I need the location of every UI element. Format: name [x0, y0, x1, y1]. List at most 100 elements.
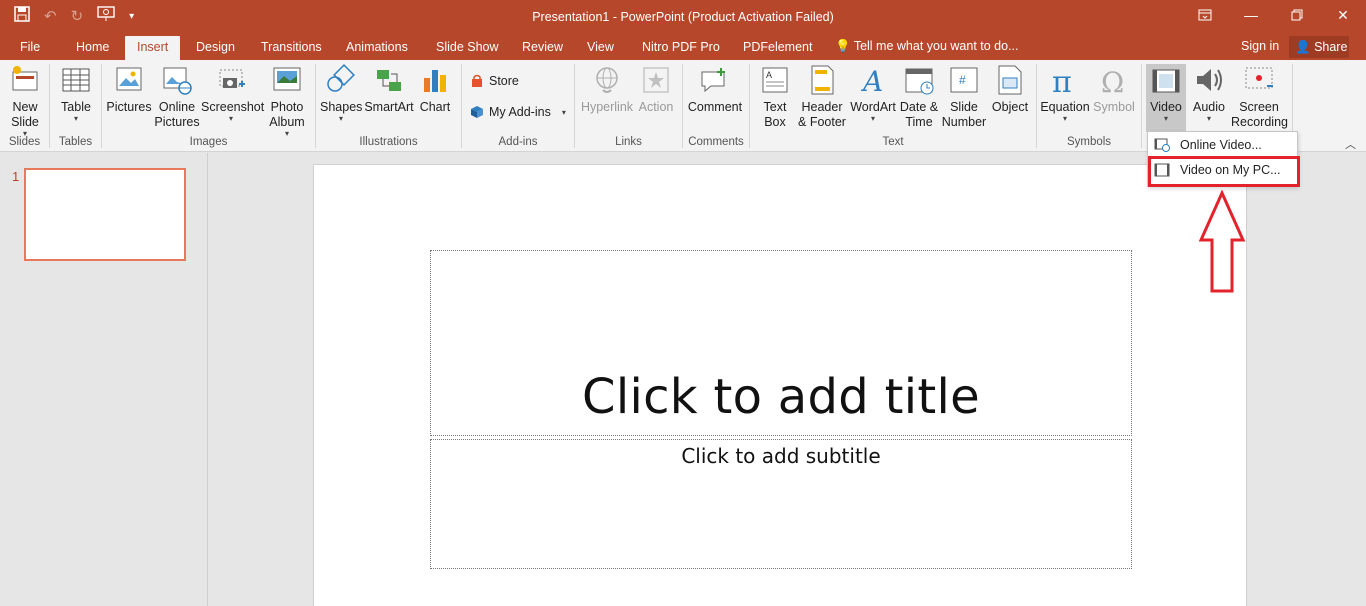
tab-nitro-pdf[interactable]: Nitro PDF Pro	[640, 38, 722, 60]
smartart-icon	[377, 70, 401, 91]
collapse-ribbon-icon[interactable]: ︿	[1345, 136, 1356, 152]
my-addins-button[interactable]: My Add-ins ▾	[470, 105, 566, 119]
object-icon	[998, 65, 1022, 95]
group-label-slides: Slides	[8, 136, 41, 148]
tab-review[interactable]: Review	[520, 38, 565, 60]
wordart-button[interactable]: A WordArt ▾	[849, 64, 897, 123]
group-label-links: Links	[615, 136, 642, 148]
tell-me-box[interactable]: 💡 Tell me what you want to do...	[835, 39, 1019, 54]
header-footer-button[interactable]: Header & Footer	[796, 64, 848, 130]
online-pictures-button[interactable]: Online Pictures	[154, 64, 200, 130]
audio-button[interactable]: Audio ▾	[1189, 64, 1229, 123]
chevron-down-icon: ▾	[561, 107, 566, 117]
speaker-icon	[1197, 69, 1222, 91]
ribbon-display-icon[interactable]	[1182, 0, 1228, 30]
svg-text:Ω: Ω	[1101, 66, 1124, 96]
new-slide-icon	[12, 66, 38, 91]
wordart-icon: A	[860, 65, 883, 96]
photo-album-icon	[273, 67, 301, 91]
header-footer-icon	[811, 65, 834, 95]
chart-icon	[424, 70, 446, 92]
slide-thumbnail[interactable]	[24, 168, 186, 261]
tab-view[interactable]: View	[585, 38, 616, 60]
comment-button[interactable]: Comment	[686, 64, 744, 115]
film-icon	[1152, 69, 1180, 93]
group-label-symbols: Symbols	[1066, 136, 1112, 148]
hyperlink-button[interactable]: Hyperlink	[579, 64, 635, 115]
table-icon	[62, 68, 90, 92]
window-controls: — ✕	[1182, 0, 1366, 30]
slide-canvas: Click to add title Click to add subtitle	[313, 164, 1247, 606]
tab-file[interactable]: File	[18, 38, 42, 60]
group-label-comments: Comments	[688, 136, 744, 148]
my-addins-icon	[471, 106, 483, 118]
screen-recording-icon	[1245, 67, 1273, 89]
action-button[interactable]: Action	[636, 64, 676, 115]
store-button[interactable]: Store	[470, 74, 519, 88]
highlight-annotation-box	[1148, 156, 1300, 187]
share-button[interactable]: 👤 Share	[1289, 36, 1349, 58]
action-icon	[643, 67, 669, 93]
title-bar: ↶ ↻ ▾ Presentation1 - PowerPoint (Produc…	[0, 0, 1366, 34]
pictures-icon	[116, 67, 142, 91]
online-video-menu-item[interactable]: Online Video...	[1152, 134, 1295, 156]
text-box-button[interactable]: A Text Box	[756, 64, 794, 130]
person-icon: 👤	[1295, 40, 1311, 54]
text-box-icon: A	[762, 67, 788, 93]
chart-button[interactable]: Chart	[417, 64, 453, 115]
tab-animations[interactable]: Animations	[344, 38, 410, 60]
online-video-icon	[1154, 138, 1170, 152]
shapes-icon	[327, 64, 355, 92]
lightbulb-icon: 💡	[835, 39, 851, 53]
tab-insert[interactable]: Insert	[125, 36, 181, 60]
svg-text:#: #	[959, 73, 966, 87]
date-time-button[interactable]: Date & Time	[898, 64, 940, 130]
slide-number-button[interactable]: # Slide Number	[940, 64, 988, 130]
hyperlink-icon	[596, 67, 618, 93]
ribbon-tabs: File Home Insert Design Transitions Anim…	[0, 34, 1366, 60]
pi-icon: π	[1052, 65, 1072, 96]
tab-transitions[interactable]: Transitions	[259, 38, 324, 60]
screenshot-button[interactable]: Screenshot ▾	[201, 64, 264, 123]
slides-pane: 1	[0, 153, 208, 606]
screen-recording-button[interactable]: Screen Recording	[1231, 64, 1288, 130]
table-button[interactable]: Table ▾	[55, 64, 97, 123]
group-label-illustrations: Illustrations	[359, 136, 418, 148]
title-placeholder[interactable]: Click to add title	[430, 250, 1132, 436]
svg-text:π: π	[1052, 65, 1072, 96]
close-icon[interactable]: ✕	[1320, 0, 1366, 30]
group-label-text: Text	[882, 136, 904, 148]
slide-thumbnail-number: 1	[12, 169, 20, 184]
pictures-button[interactable]: Pictures	[106, 64, 152, 115]
smartart-button[interactable]: SmartArt	[364, 64, 414, 115]
new-slide-button[interactable]: New Slide ▾	[4, 64, 46, 138]
comment-icon	[701, 68, 725, 93]
screenshot-icon	[219, 69, 245, 88]
tab-home[interactable]: Home	[74, 38, 111, 60]
object-button[interactable]: Object	[990, 64, 1030, 115]
up-arrow-annotation	[1198, 190, 1246, 293]
svg-text:A: A	[766, 70, 772, 80]
restore-icon[interactable]	[1274, 0, 1320, 30]
group-label-images: Images	[189, 136, 228, 148]
slide-number-icon: #	[950, 67, 978, 93]
minimize-icon[interactable]: —	[1228, 0, 1274, 30]
tab-pdfelement[interactable]: PDFelement	[741, 38, 814, 60]
svg-text:A: A	[860, 65, 883, 96]
calendar-icon	[905, 68, 934, 95]
group-label-addins: Add-ins	[498, 136, 538, 148]
online-pictures-icon	[163, 67, 192, 95]
shapes-button[interactable]: Shapes ▾	[320, 64, 362, 123]
tab-design[interactable]: Design	[194, 38, 237, 60]
window-title: Presentation1 - PowerPoint (Product Acti…	[532, 10, 834, 24]
tab-slide-show[interactable]: Slide Show	[434, 38, 501, 60]
group-label-tables: Tables	[58, 136, 93, 148]
symbol-button[interactable]: Ω Symbol	[1092, 64, 1136, 115]
equation-button[interactable]: π Equation ▾	[1040, 64, 1090, 123]
photo-album-button[interactable]: Photo Album ▾	[264, 64, 310, 138]
sign-in-link[interactable]: Sign in	[1241, 39, 1279, 53]
omega-icon: Ω	[1101, 66, 1124, 96]
store-icon	[472, 74, 482, 87]
video-button[interactable]: Video ▾	[1146, 64, 1186, 132]
subtitle-placeholder[interactable]: Click to add subtitle	[430, 439, 1132, 569]
